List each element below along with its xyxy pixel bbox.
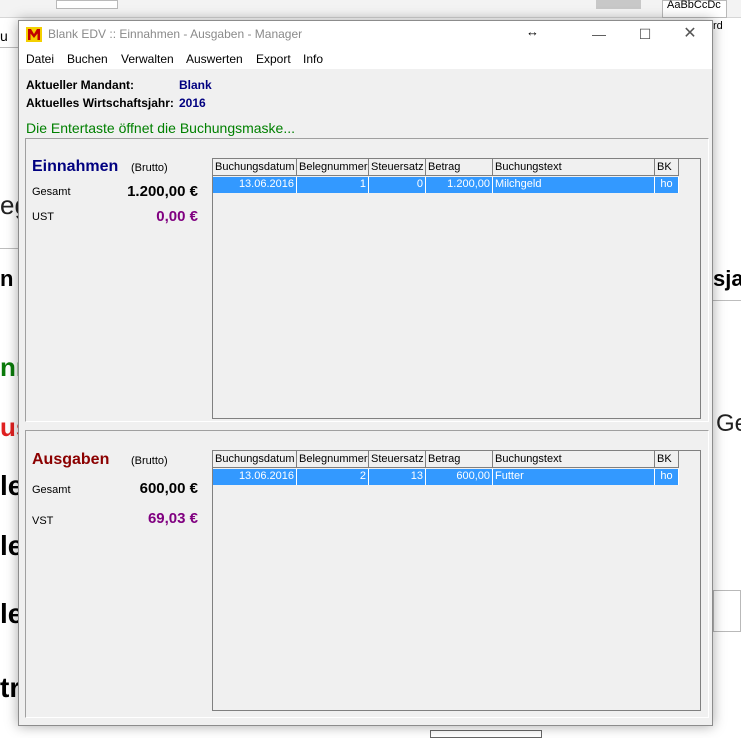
column-header[interactable]: BK [655,159,679,176]
app-window: Blank EDV :: Einnahmen - Ausgaben - Mana… [18,20,713,726]
ausgaben-title: Ausgaben [32,451,110,468]
column-header[interactable]: Belegnummer [297,159,369,176]
vst-label: VST [32,515,54,527]
ust-label: UST [32,211,54,223]
wirtschaftsjahr-value: 2016 [179,96,206,110]
background-style-gallery[interactable]: AaBbCcDc [662,0,727,18]
background-text-fragment: eg [0,190,18,220]
menu-datei[interactable]: Datei [26,52,54,66]
menu-bar: Datei Buchen Verwalten Auswerten Export … [19,49,712,69]
main-content: Aktueller Mandant: Blank Aktuelles Wirts… [19,69,712,725]
background-button[interactable] [430,730,542,738]
ust-value: 0,00 € [156,208,198,225]
cell-belegnummer: 2 [297,469,369,485]
background-divider [0,248,18,249]
background-text-fragment: Ge [716,410,741,437]
title-bar[interactable]: Blank EDV :: Einnahmen - Ausgaben - Mana… [19,21,712,48]
einnahmen-gesamt-value: 1.200,00 € [127,183,198,200]
enter-hint-text: Die Entertaste öffnet die Buchungsmaske.… [26,120,296,136]
background-text-fragment: le [0,598,18,629]
cell-bk: ho [655,469,679,485]
ausgaben-gesamt-value: 600,00 € [139,480,198,497]
column-header[interactable]: Belegnummer [297,451,369,468]
ausgaben-table[interactable]: Buchungsdatum Belegnummer Steuersatz Bet… [212,450,701,711]
column-header[interactable]: Buchungstext [493,159,655,176]
ausgaben-brutto-label: (Brutto) [131,455,168,467]
close-button[interactable]: ✕ [667,21,713,48]
einnahmen-table-header: Buchungsdatum Belegnummer Steuersatz Bet… [213,159,679,176]
menu-verwalten[interactable]: Verwalten [121,52,174,66]
einnahmen-title: Einnahmen [32,158,119,175]
cell-belegnummer: 1 [297,177,369,193]
column-header[interactable]: Steuersatz [369,159,426,176]
background-ribbon-button [596,0,641,9]
cell-betrag: 600,00 [426,469,493,485]
cell-buchungsdatum: 13.06.2016 [213,469,297,485]
background-text-fragment: tr [0,672,18,703]
resize-arrows-icon: ↔ [526,24,539,39]
window-title: Blank EDV :: Einnahmen - Ausgaben - Mana… [48,27,303,41]
minimize-button[interactable]: — [576,21,622,48]
background-text-fragment: rd [713,20,723,32]
app-logo-icon [26,27,42,42]
column-header[interactable]: BK [655,451,679,468]
einnahmen-panel: Einnahmen (Brutto) Gesamt 1.200,00 € UST… [25,138,709,422]
einnahmen-gesamt-label: Gesamt [32,186,71,198]
einnahmen-brutto-label: (Brutto) [131,162,168,174]
vst-value: 69,03 € [147,510,198,527]
mandant-label: Aktueller Mandant: [26,78,135,92]
column-header[interactable]: Betrag [426,159,493,176]
minimize-icon: — [592,26,606,42]
cell-steuersatz: 13 [369,469,426,485]
column-header[interactable]: Betrag [426,451,493,468]
menu-info[interactable]: Info [303,52,323,66]
column-header[interactable]: Buchungsdatum [213,159,297,176]
ausgaben-panel: Ausgaben (Brutto) Gesamt 600,00 € VST 69… [25,430,709,718]
ausgaben-table-header: Buchungsdatum Belegnummer Steuersatz Bet… [213,451,679,468]
cell-buchungstext: Futter [493,469,655,485]
menu-export[interactable]: Export [256,52,291,66]
background-divider [713,300,741,301]
einnahmen-table[interactable]: Buchungsdatum Belegnummer Steuersatz Bet… [212,158,701,419]
close-icon: ✕ [683,25,697,42]
background-text-fragment: le [0,530,18,561]
menu-auswerten[interactable]: Auswerten [186,52,243,66]
cell-betrag: 1.200,00 [426,177,493,193]
background-text-fragment: sja [713,266,741,291]
background-field [713,590,741,632]
cell-bk: ho [655,177,679,193]
cell-steuersatz: 0 [369,177,426,193]
wirtschaftsjahr-label: Aktuelles Wirtschaftsjahr: [26,96,174,110]
background-text-fragment: n [0,266,14,291]
column-header[interactable]: Buchungsdatum [213,451,297,468]
background-text-fragment: u [0,28,8,44]
background-text-fragment: le [0,470,18,501]
mandant-value: Blank [179,78,212,92]
background-text-fragment: nn [0,352,18,382]
ausgaben-gesamt-label: Gesamt [32,484,71,496]
background-text-fragment: us [0,412,18,442]
maximize-button[interactable]: ☐ [622,21,668,48]
background-ribbon-box [56,0,118,9]
background-divider [0,47,18,48]
column-header[interactable]: Buchungstext [493,451,655,468]
cell-buchungsdatum: 13.06.2016 [213,177,297,193]
table-row[interactable]: 13.06.2016 1 0 1.200,00 Milchgeld ho [213,177,679,193]
menu-buchen[interactable]: Buchen [67,52,108,66]
maximize-icon: ☐ [638,26,652,42]
cell-buchungstext: Milchgeld [493,177,655,193]
table-row[interactable]: 13.06.2016 2 13 600,00 Futter ho [213,469,679,485]
column-header[interactable]: Steuersatz [369,451,426,468]
